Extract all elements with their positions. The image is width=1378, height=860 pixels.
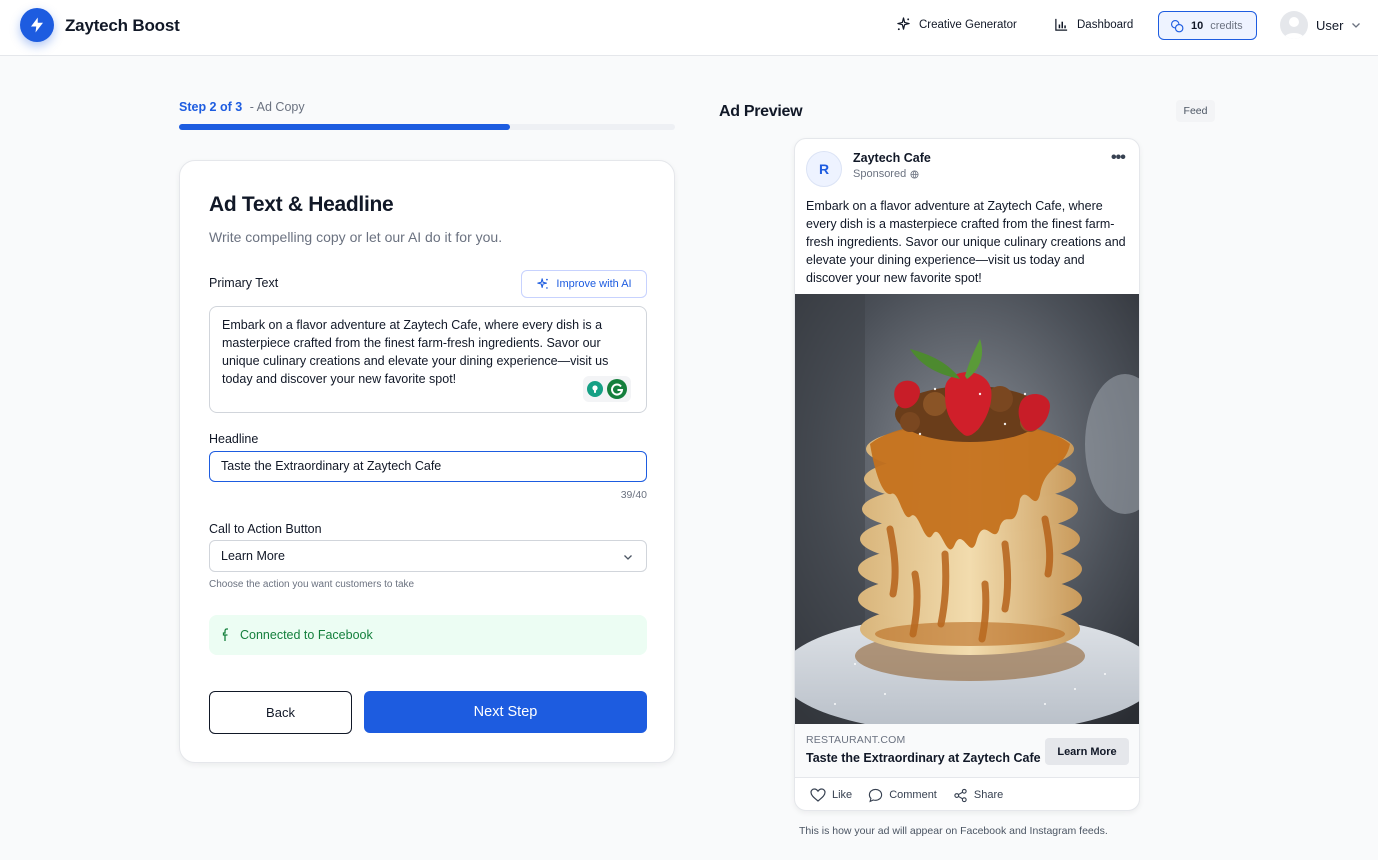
- cta-select[interactable]: Learn More: [209, 540, 647, 572]
- chevron-down-icon: [624, 555, 632, 560]
- avatar: [1280, 11, 1308, 39]
- share-icon: [954, 788, 967, 802]
- grammarly-icon[interactable]: [607, 379, 627, 399]
- credits-badge[interactable]: 10 credits: [1158, 11, 1257, 40]
- ad-copy-form-card: Ad Text & Headline Write compelling copy…: [179, 160, 675, 763]
- user-name: User: [1316, 17, 1344, 33]
- feed-placement-tag[interactable]: Feed: [1176, 100, 1215, 122]
- user-menu[interactable]: User: [1280, 11, 1361, 39]
- brand-name[interactable]: Zaytech Boost: [65, 16, 180, 36]
- comment-label: Comment: [889, 789, 937, 801]
- nav-creative-label: Creative Generator: [919, 18, 1017, 31]
- headline-label: Headline: [209, 432, 259, 446]
- cta-label: Call to Action Button: [209, 522, 322, 536]
- sponsored-label: Sponsored: [853, 168, 919, 180]
- ad-preview-title: Ad Preview: [719, 103, 803, 120]
- heart-icon: [810, 788, 826, 802]
- primary-text-value: Embark on a flavor adventure at Zaytech …: [222, 318, 609, 386]
- sparkles-icon: [897, 17, 910, 31]
- form-title: Ad Text & Headline: [209, 193, 394, 216]
- step-indicator: Step 2 of 3 - Ad Copy: [179, 100, 305, 114]
- cta-hint: Choose the action you want customers to …: [209, 579, 415, 590]
- connected-label: Connected to Facebook: [240, 628, 373, 642]
- globe-icon: [910, 169, 919, 179]
- back-button[interactable]: Back: [209, 691, 352, 734]
- primary-text-textarea[interactable]: Embark on a flavor adventure at Zaytech …: [209, 306, 647, 413]
- lightbulb-icon[interactable]: [587, 381, 603, 397]
- comment-action[interactable]: Comment: [868, 788, 937, 803]
- coins-icon: [1171, 19, 1184, 32]
- facebook-connected-banner: Connected to Facebook: [209, 615, 647, 655]
- step-name: - Ad Copy: [249, 100, 305, 114]
- headline-char-counter: 39/40: [620, 489, 647, 501]
- pancake-stack-image: [795, 294, 1139, 724]
- primary-text-label: Primary Text: [209, 276, 279, 290]
- sponsored-text: Sponsored: [853, 168, 907, 180]
- link-domain: RESTAURANT.COM: [806, 734, 906, 746]
- link-headline: Taste the Extraordinary at Zaytech Cafe: [806, 751, 1041, 765]
- sparkles-icon: [537, 278, 549, 289]
- comment-icon: [869, 788, 883, 802]
- step-number: Step 2 of 3: [179, 100, 243, 114]
- share-action[interactable]: Share: [953, 788, 1003, 803]
- nav-dashboard-label: Dashboard: [1077, 18, 1134, 31]
- progress-fill: [179, 124, 510, 130]
- ad-preview-post: R Zaytech Cafe Sponsored ••• Embark on a…: [794, 138, 1140, 811]
- credits-label: credits: [1210, 19, 1243, 32]
- like-label: Like: [832, 789, 853, 801]
- chevron-down-icon: [1352, 23, 1361, 28]
- credits-count: 10: [1191, 19, 1204, 32]
- nav-creative-generator[interactable]: Creative Generator: [896, 17, 1017, 32]
- headline-input[interactable]: Taste the Extraordinary at Zaytech Cafe: [209, 451, 647, 482]
- cta-selected-value: Learn More: [221, 549, 285, 563]
- post-primary-text: Embark on a flavor adventure at Zaytech …: [806, 199, 1126, 285]
- more-options-icon[interactable]: •••: [1111, 149, 1126, 167]
- lightning-logo-icon[interactable]: [20, 8, 54, 42]
- share-label: Share: [973, 789, 1004, 801]
- next-step-button[interactable]: Next Step: [364, 691, 647, 733]
- form-subtitle: Write compelling copy or let our AI do i…: [209, 229, 503, 245]
- grammarly-widget[interactable]: [583, 376, 631, 402]
- improve-label: Improve with AI: [556, 278, 632, 290]
- post-actions-bar: Like Comment Share: [795, 779, 1139, 810]
- facebook-icon: [222, 628, 228, 641]
- nav-dashboard[interactable]: Dashboard: [1054, 17, 1133, 32]
- progress-bar: [179, 124, 675, 130]
- improve-with-ai-button[interactable]: Improve with AI: [521, 270, 647, 298]
- bar-chart-icon: [1055, 18, 1068, 31]
- page-name: Zaytech Cafe: [853, 151, 931, 165]
- preview-note: This is how your ad will appear on Faceb…: [799, 825, 1108, 837]
- learn-more-cta-button[interactable]: Learn More: [1045, 738, 1129, 765]
- like-action[interactable]: Like: [810, 788, 852, 802]
- link-preview-footer[interactable]: RESTAURANT.COM Taste the Extraordinary a…: [795, 724, 1139, 778]
- page-avatar: R: [806, 151, 842, 187]
- top-navigation-bar: Zaytech Boost Creative Generator Dashboa…: [0, 0, 1378, 56]
